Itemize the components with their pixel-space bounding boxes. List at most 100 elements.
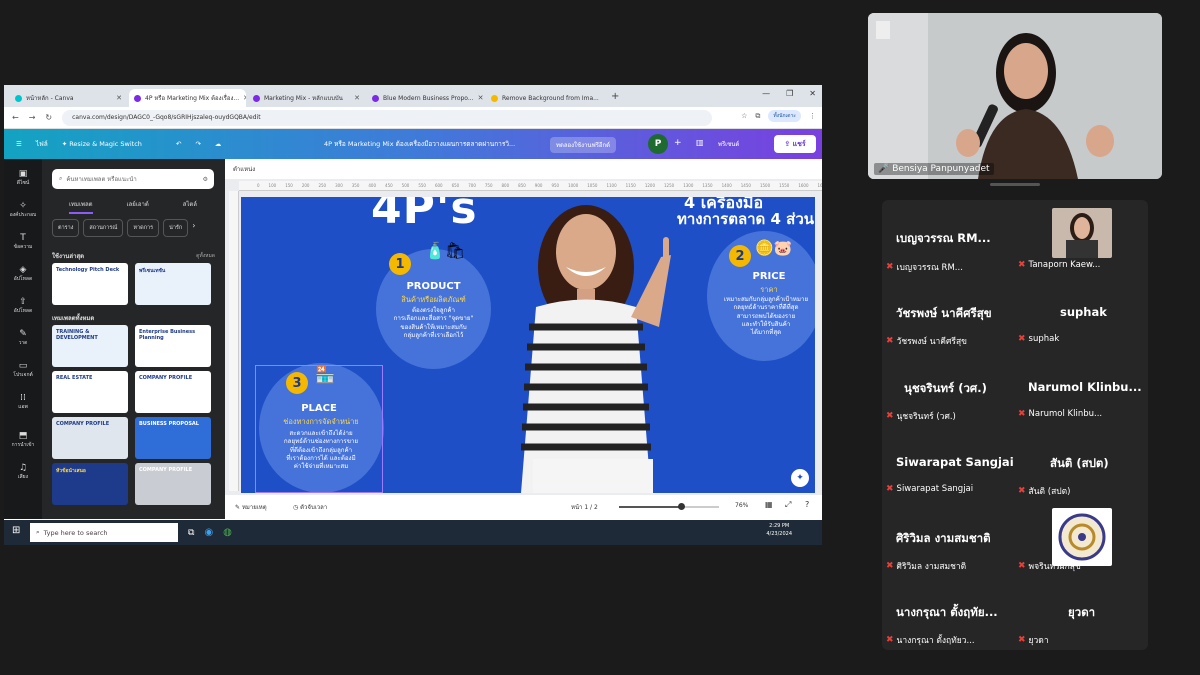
browser-tab-active[interactable]: 4P หรือ Marketing Mix ต้องเรื่อง...✕: [129, 89, 246, 107]
taskbar-search[interactable]: ⌕ Type here to search: [30, 523, 178, 542]
fullscreen-icon[interactable]: ⤢: [785, 500, 791, 510]
profile-pill[interactable]: ทั้งนักเดาะ: [768, 110, 801, 122]
close-icon[interactable]: ✕: [243, 94, 246, 102]
tab-layouts[interactable]: เลย์เอาต์: [127, 199, 149, 214]
template-thumb[interactable]: TRAINING & DEVELOPMENT: [52, 325, 128, 367]
ruler-tick: 100: [268, 183, 277, 188]
see-all-link[interactable]: ดูทั้งหมด: [196, 252, 215, 260]
selection-box[interactable]: [255, 365, 383, 493]
rail-uploads[interactable]: ⇧ อัปโหลด: [4, 297, 42, 315]
template-thumb[interactable]: COMPANY PROFILE: [52, 417, 128, 459]
rail-label: อัปโหลด: [13, 308, 33, 314]
rail-text[interactable]: T ข้อความ: [4, 233, 42, 251]
avatar[interactable]: P: [648, 134, 668, 154]
share-button[interactable]: ⇪ แชร์: [774, 135, 816, 153]
template-thumb[interactable]: Enterprise Business Planning: [135, 325, 211, 367]
edge-icon[interactable]: ◉: [204, 527, 213, 538]
new-tab-button[interactable]: +: [611, 91, 619, 102]
analytics-icon[interactable]: ▥: [696, 138, 704, 147]
present-button[interactable]: พรีเซนต์: [718, 139, 739, 149]
product-number: 1: [389, 253, 411, 275]
clock-date: 4/23/2024: [766, 530, 792, 537]
chrome-icon[interactable]: ◍: [223, 527, 232, 538]
browser-tab[interactable]: Remove Background from Ima...✕: [486, 89, 603, 107]
minimize-button[interactable]: —: [762, 89, 770, 98]
template-thumb[interactable]: Technology Pitch Deck: [52, 263, 128, 305]
ruler-tick: 1200: [644, 183, 656, 188]
close-icon[interactable]: ✕: [354, 94, 360, 102]
windows-start-icon[interactable]: ⊞: [12, 525, 20, 536]
ruler-tick: 1550: [779, 183, 790, 188]
notes-button[interactable]: ✎ หมายเหตุ: [235, 502, 267, 512]
template-thumb[interactable]: BUSINESS PROPOSAL: [135, 417, 211, 459]
rail-projects[interactable]: ▭ โปรเจกต์: [4, 361, 42, 379]
browser-tab[interactable]: Marketing Mix - หลักแบบบัน ✕: [248, 89, 365, 107]
add-collaborator-icon[interactable]: +: [674, 138, 682, 148]
forward-icon[interactable]: →: [29, 113, 36, 122]
position-button[interactable]: ตำแหน่ง: [233, 166, 255, 173]
tab-templates[interactable]: เทมเพลต: [69, 199, 93, 214]
zoom-slider-handle[interactable]: [678, 503, 685, 510]
horizontal-ruler: 0 100 150 200 250 300 350 400 450 500 550 600 650 700…: [239, 181, 822, 191]
maximize-button[interactable]: ❐: [786, 89, 793, 98]
ruler-tick: 800: [501, 183, 510, 188]
chevron-right-icon[interactable]: ›: [192, 219, 195, 237]
rail-audio[interactable]: ♫ เสียง: [4, 463, 42, 481]
template-thumb[interactable]: REAL ESTATE: [52, 371, 128, 413]
rail-brand[interactable]: ◈ อัปโหลด: [4, 265, 42, 283]
zoom-slider[interactable]: [619, 503, 719, 510]
template-thumb[interactable]: COMPANY PROFILE: [135, 371, 211, 413]
speaker-video[interactable]: 🎤 Bensiya Panpunyadet: [868, 13, 1162, 179]
participant-display-name: สันติ (สปต): [1050, 456, 1109, 470]
chip[interactable]: สถานการณ์: [83, 219, 124, 237]
close-icon[interactable]: ✕: [478, 94, 484, 102]
template-panel: ⌕ ค้นหาเทมเพลต หรือแนะนำ ⚙ เทมเพลต เลย์เ…: [42, 159, 225, 519]
menu-icon[interactable]: ☰: [16, 140, 22, 148]
redo-icon[interactable]: ↷: [195, 140, 200, 148]
template-thumb[interactable]: COMPANY PROFILE: [135, 463, 211, 505]
chip[interactable]: ตาราง: [52, 219, 80, 237]
tab-styles[interactable]: สไตล์: [183, 199, 197, 214]
page-indicator[interactable]: หน้า 1 / 2: [571, 502, 598, 512]
close-window-button[interactable]: ✕: [809, 89, 816, 98]
drag-handle[interactable]: [990, 183, 1040, 186]
resize-button[interactable]: ✦ Resize & Magic Switch: [62, 140, 142, 148]
rail-draw[interactable]: ✎ วาด: [4, 329, 42, 347]
file-menu[interactable]: ไฟล์: [36, 139, 48, 149]
taskbar-clock[interactable]: 2:29 PM 4/23/2024: [766, 523, 792, 538]
browser-tab[interactable]: หน้าหลัก - Canva ✕: [10, 89, 127, 107]
chip[interactable]: น่ารัก: [163, 219, 189, 237]
all-templates-heading: เทมเพลตทั้งหมด: [52, 315, 95, 322]
music-icon: ♫: [18, 463, 28, 473]
tab-label: Blue Modern Business Propo...: [383, 94, 474, 102]
more-menu-icon[interactable]: ⋮: [809, 112, 816, 120]
timer-button[interactable]: ◷ ตัวจับเวลา: [293, 502, 327, 512]
url-field[interactable]: canva.com/design/DAGC0_-Gqo8/sGRIHjszale…: [62, 109, 712, 126]
undo-icon[interactable]: ↶: [176, 140, 181, 148]
reload-icon[interactable]: ↻: [45, 113, 52, 122]
template-search-input[interactable]: ⌕ ค้นหาเทมเพลต หรือแนะนำ ⚙: [52, 169, 214, 189]
browser-tab[interactable]: Blue Modern Business Propo... ✕: [367, 89, 484, 107]
slide-canvas[interactable]: 4P's 4 เครื่องมือ ทางการตลาด 4 ส่วน 1 🧴🛍…: [241, 197, 815, 493]
close-icon[interactable]: ✕: [116, 94, 122, 102]
rail-import[interactable]: ⬒ การนำเข้า: [4, 431, 42, 449]
task-view-icon[interactable]: ⧉: [188, 528, 194, 538]
help-icon[interactable]: ?: [805, 500, 809, 509]
trial-button[interactable]: ทดลองใช้งานฟรีอีกด์: [550, 137, 617, 153]
template-thumb[interactable]: หัวข้อนำเสนอ: [52, 463, 128, 505]
grid-view-icon[interactable]: ▦: [765, 500, 773, 509]
rail-apps[interactable]: ⁞⁞ แอพ: [4, 393, 42, 411]
rail-design[interactable]: ▣ ดีไซน์: [4, 169, 42, 187]
filter-icon[interactable]: ⚙: [203, 176, 208, 183]
back-icon[interactable]: ←: [12, 113, 19, 122]
rail-elements[interactable]: ✧ องค์ประกอบ: [4, 201, 42, 219]
magic-assist-icon[interactable]: ✦: [791, 469, 809, 487]
template-thumb[interactable]: พรีเซนเทชัน: [135, 263, 211, 305]
chip[interactable]: หาดการ: [127, 219, 160, 237]
bookmark-star-icon[interactable]: ☆: [741, 112, 747, 120]
document-title[interactable]: 4P หรือ Marketing Mix ต้องเครื่องมือวางแ…: [324, 139, 515, 149]
address-bar-actions: ☆ ⧉ ทั้งนักเดาะ ⋮: [741, 110, 816, 122]
rail-label: โปรเจกต์: [13, 372, 33, 378]
zoom-level[interactable]: 76%: [735, 502, 748, 509]
extensions-icon[interactable]: ⧉: [755, 112, 760, 121]
